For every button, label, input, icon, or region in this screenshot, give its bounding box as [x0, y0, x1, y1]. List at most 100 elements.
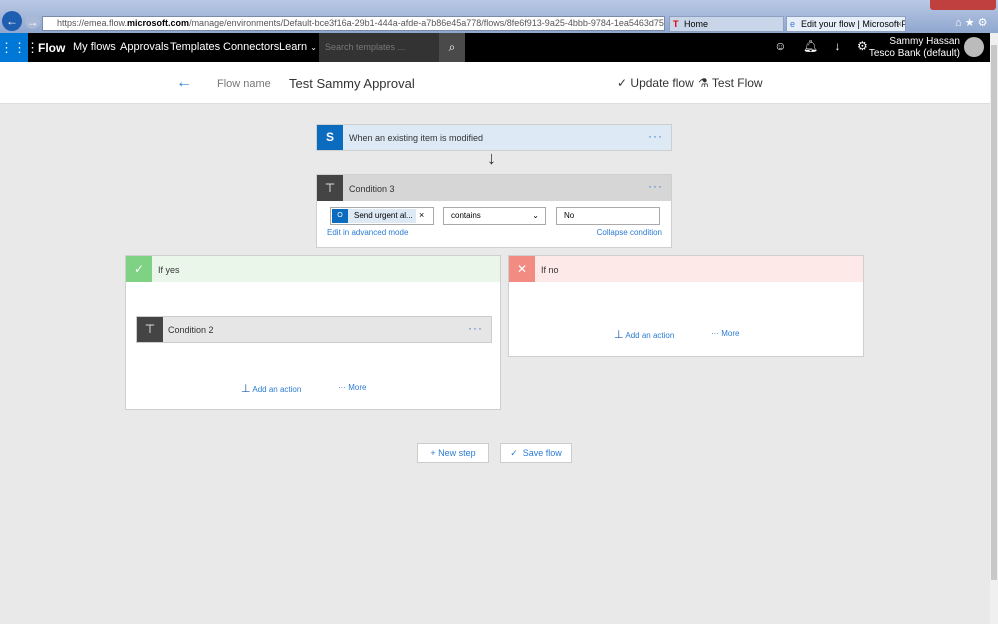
more-options-icon[interactable]: ··· [648, 179, 663, 193]
condition-3-header[interactable]: ⊤ Condition 3 ··· [317, 175, 671, 201]
add-action-label: Add an action [625, 331, 675, 340]
app-launcher-icon[interactable]: ⋮⋮⋮ [0, 33, 39, 62]
if-no-branch: ✕ If no ⊥ Add an action ··· More [508, 255, 864, 357]
save-flow-label: Save flow [522, 448, 562, 458]
test-label: Test Flow [711, 76, 763, 90]
trigger-title: When an existing item is modified [349, 133, 484, 143]
search-box[interactable]: Search templates ... ⌕ [319, 33, 465, 62]
remove-token-icon[interactable]: × [419, 210, 424, 220]
avatar[interactable] [964, 37, 984, 57]
x-icon: ✕ [509, 256, 535, 282]
forward-icon[interactable]: → [25, 14, 40, 29]
close-tab-icon[interactable]: × [897, 17, 902, 31]
tesco-icon: T [673, 19, 679, 29]
token[interactable]: O Send urgent al... [332, 209, 416, 223]
user-name: Sammy Hassan [889, 36, 960, 47]
nav-templates[interactable]: Templates [170, 41, 220, 53]
chevron-down-icon: ⌄ [310, 43, 317, 52]
if-no-header[interactable]: ✕ If no [509, 256, 863, 282]
more-options-icon[interactable]: ··· [468, 321, 483, 335]
add-action-icon: ⊥ [241, 383, 251, 395]
nav-approvals[interactable]: Approvals [120, 41, 169, 53]
address-bar[interactable]: https://emea.flow.microsoft.com/manage/e… [42, 16, 665, 31]
download-icon[interactable]: ↓ [835, 39, 841, 53]
new-step-label: + New step [430, 448, 476, 458]
nav-icons: ☺ 🔔︎ ↓ ⚙ [766, 39, 876, 53]
check-icon: ✓ [510, 447, 518, 458]
arrow-down-icon: ↓ [487, 148, 496, 168]
brand[interactable]: Flow [38, 41, 65, 55]
tenant: Tesco Bank (default) [868, 48, 960, 59]
update-label: Update flow [630, 76, 694, 90]
operator-dropdown[interactable]: contains ⌄ [443, 207, 546, 225]
trigger-card[interactable]: S When an existing item is modified ··· [316, 124, 672, 151]
if-yes-branch: ✓ If yes ⊤ Condition 2 ··· ⊥ Add an acti… [125, 255, 501, 410]
url-prefix: https://emea.flow. [57, 18, 128, 28]
home-star-gear-icons[interactable]: ⌂ ★ ⚙ [955, 16, 987, 29]
check-icon: ✓ [617, 76, 628, 90]
ellipsis-icon: ··· [711, 329, 719, 338]
url-domain: microsoft.com [127, 18, 190, 28]
scrollbar-thumb[interactable] [991, 45, 997, 580]
flow-name-label: Flow name [217, 78, 271, 90]
if-yes-header[interactable]: ✓ If yes [126, 256, 500, 282]
condition-3-card: ⊤ Condition 3 ··· O Send urgent al... × … [316, 174, 672, 248]
more-button[interactable]: ··· More [338, 383, 366, 392]
add-action-button[interactable]: ⊥ Add an action [241, 382, 301, 395]
outlook-icon: O [332, 209, 348, 223]
edit-advanced-link[interactable]: Edit in advanced mode [327, 228, 408, 237]
add-action-icon: ⊥ [614, 329, 624, 341]
flow-header: ← Flow name Test Sammy Approval ✓ Update… [0, 62, 990, 104]
more-label: More [721, 329, 740, 338]
condition-2-card[interactable]: ⊤ Condition 2 ··· [136, 316, 492, 343]
flow-name[interactable]: Test Sammy Approval [289, 76, 415, 91]
condition-icon: ⊤ [317, 175, 343, 201]
window-controls[interactable] [930, 0, 996, 10]
url-path: /manage/environments/Default-bce3f16a-29… [189, 18, 665, 28]
smiley-icon[interactable]: ☺ [774, 39, 786, 53]
collapse-condition-link[interactable]: Collapse condition [597, 228, 662, 237]
value-text: No [564, 211, 575, 220]
user-info[interactable]: Sammy Hassan Tesco Bank (default) [869, 36, 960, 60]
flask-icon: ⚗ [698, 76, 709, 90]
add-action-label: Add an action [252, 385, 302, 394]
nav-learn[interactable]: Learn ⌄ [279, 41, 317, 53]
tab-label: Edit your flow | Microsoft Fl... [801, 19, 906, 29]
if-no-title: If no [541, 265, 559, 275]
browser-chrome: ← → https://emea.flow.microsoft.com/mana… [0, 0, 998, 33]
top-nav: ⋮⋮⋮ Flow My flows Approvals Templates Co… [0, 33, 998, 62]
new-step-button[interactable]: + New step [417, 443, 489, 463]
search-icon[interactable]: ⌕ [439, 33, 465, 62]
condition-title: Condition 3 [349, 184, 395, 194]
back-arrow-icon[interactable]: ← [176, 74, 192, 92]
test-flow-button[interactable]: ⚗ Test Flow [698, 76, 763, 90]
tab-label: Home [684, 19, 709, 29]
condition-icon: ⊤ [137, 317, 163, 342]
more-label: More [348, 383, 367, 392]
back-icon[interactable]: ← [2, 11, 22, 31]
ellipsis-icon: ··· [338, 383, 346, 392]
more-options-icon[interactable]: ··· [648, 129, 663, 143]
search-placeholder: Search templates ... [325, 42, 406, 52]
nav-my-flows[interactable]: My flows [73, 41, 116, 53]
save-flow-button[interactable]: ✓ Save flow [500, 443, 572, 463]
operator-value: contains [451, 211, 481, 220]
add-action-button[interactable]: ⊥ Add an action [614, 328, 674, 341]
check-icon: ✓ [126, 256, 152, 282]
condition-2-title: Condition 2 [168, 325, 214, 335]
chevron-down-icon: ⌄ [532, 211, 539, 220]
sharepoint-icon: S [317, 125, 343, 150]
condition-left-operand[interactable]: O Send urgent al... × [330, 207, 434, 225]
tab-edit-flow[interactable]: e Edit your flow | Microsoft Fl... × [786, 16, 906, 32]
nav-connectors[interactable]: Connectors [223, 41, 279, 53]
condition-value-input[interactable]: No [556, 207, 660, 225]
ie-icon: e [790, 19, 796, 29]
if-yes-title: If yes [158, 265, 180, 275]
scrollbar[interactable] [990, 33, 998, 624]
update-flow-button[interactable]: ✓ Update flow [617, 76, 694, 90]
tab-home[interactable]: T Home [669, 16, 784, 32]
bell-icon[interactable]: 🔔︎ [803, 39, 818, 53]
more-button[interactable]: ··· More [711, 329, 739, 338]
gear-icon[interactable]: ⚙ [857, 39, 868, 53]
learn-label: Learn [279, 41, 308, 53]
